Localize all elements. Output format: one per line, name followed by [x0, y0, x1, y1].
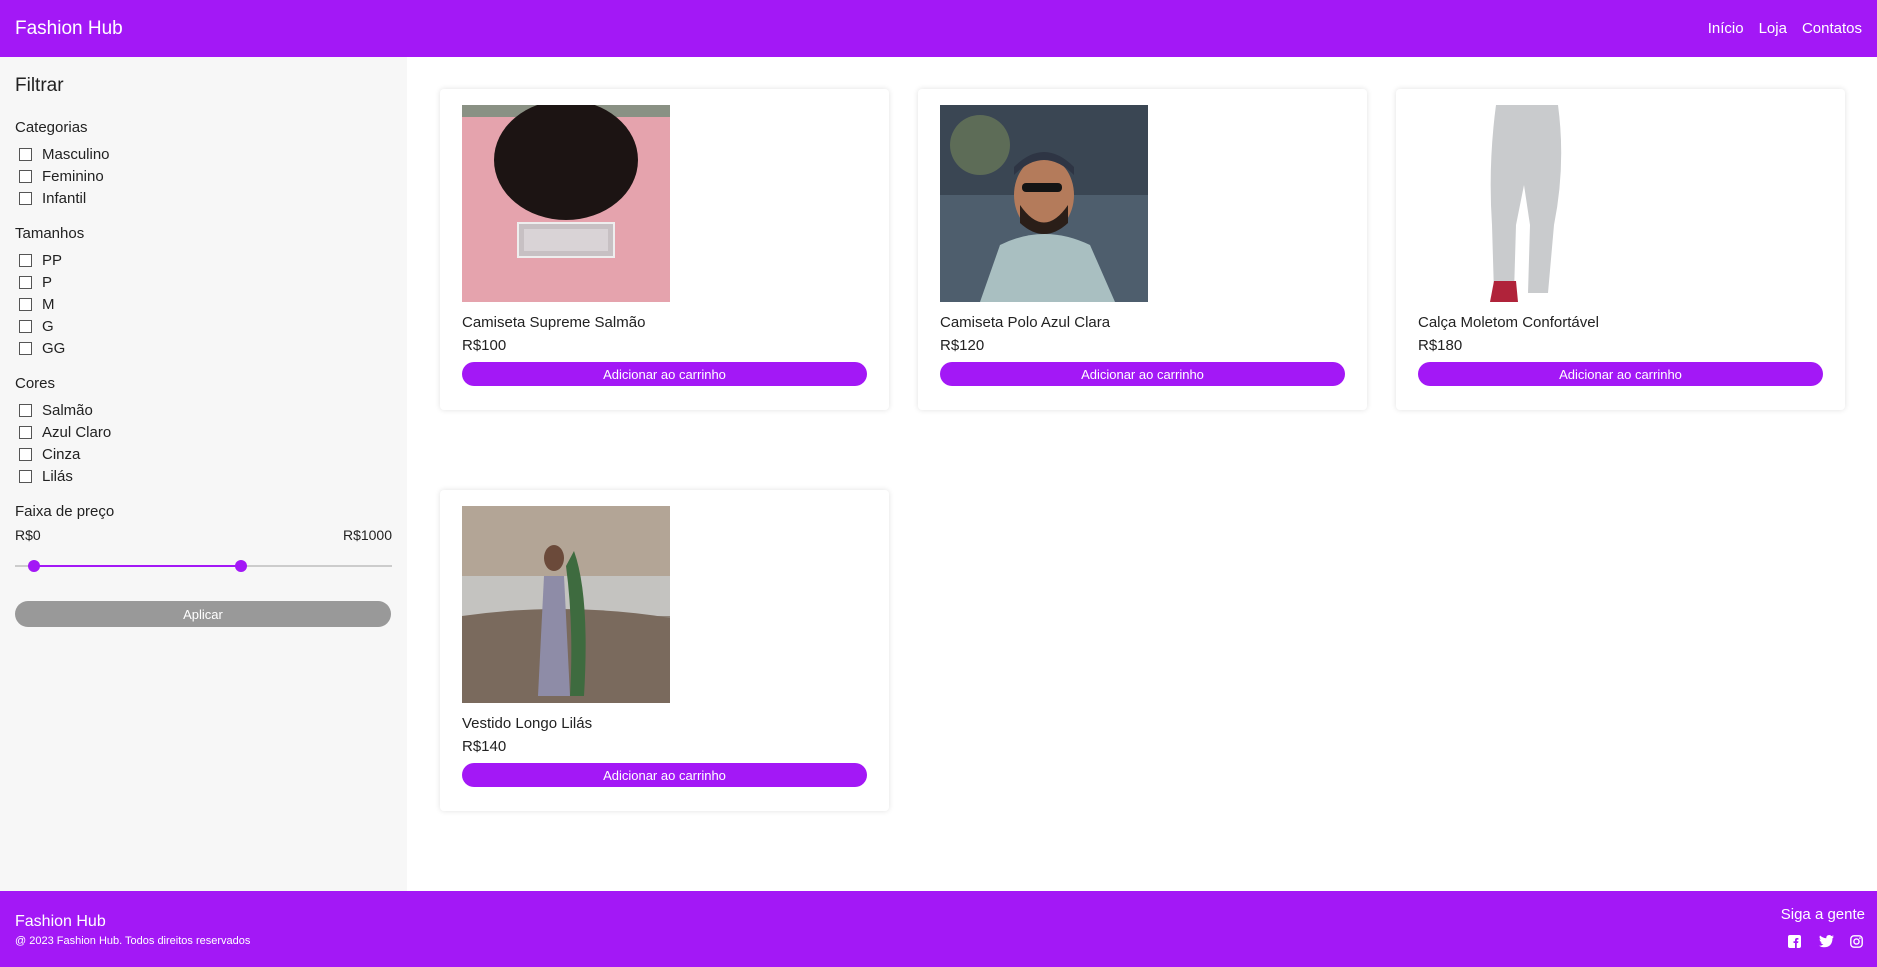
follow-us-label: Siga a gente: [1780, 906, 1865, 923]
checkbox[interactable]: [19, 403, 32, 417]
product-card: Vestido Longo Lilás R$140 Adicionar ao c…: [440, 490, 889, 811]
color-filter-group: Cores Salmão Azul Claro Cinza Lilás: [15, 375, 392, 487]
filter-title: Filtrar: [15, 75, 64, 96]
price-min-label: R$0: [15, 527, 41, 543]
slider-thumb-max[interactable]: [235, 560, 248, 572]
nav-link-contatos[interactable]: Contatos: [1802, 20, 1862, 37]
category-filter-group: Categorias Masculino Feminino Infantil: [15, 119, 392, 209]
slider-fill: [33, 565, 242, 567]
category-group-title: Categorias: [15, 119, 88, 136]
slider-thumb-min[interactable]: [27, 560, 40, 572]
price-filter-group: Faixa de preço R$0 R$1000: [15, 503, 392, 581]
size-option-pp[interactable]: PP: [15, 249, 392, 271]
product-image-dress-lilac[interactable]: [462, 506, 670, 703]
price-range-labels: R$0 R$1000: [15, 527, 392, 543]
product-card: Calça Moletom Confortável R$180 Adiciona…: [1396, 89, 1845, 410]
nav-link-loja[interactable]: Loja: [1759, 20, 1787, 37]
checkbox[interactable]: [19, 275, 32, 289]
footer-copyright: @ 2023 Fashion Hub. Todos direitos reser…: [15, 935, 251, 947]
category-option-feminino[interactable]: Feminino: [15, 165, 392, 187]
product-card: Camiseta Polo Azul Clara R$120 Adicionar…: [918, 89, 1367, 410]
size-option-p[interactable]: P: [15, 271, 392, 293]
checkbox[interactable]: [19, 469, 32, 483]
color-option-cinza[interactable]: Cinza: [15, 443, 392, 465]
color-group-title: Cores: [15, 375, 56, 392]
social-links: [1788, 935, 1863, 948]
product-name: Vestido Longo Lilás: [462, 715, 593, 732]
product-image-polo-blue[interactable]: [940, 105, 1148, 302]
price-max-label: R$1000: [342, 527, 392, 543]
product-price: R$140: [462, 738, 507, 755]
checkbox[interactable]: [19, 253, 32, 267]
add-to-cart-button[interactable]: Adicionar ao carrinho: [462, 763, 867, 787]
product-price: R$120: [940, 337, 985, 354]
category-option-masculino[interactable]: Masculino: [15, 143, 392, 165]
product-name: Camiseta Supreme Salmão: [462, 314, 646, 331]
add-to-cart-button[interactable]: Adicionar ao carrinho: [940, 362, 1345, 386]
navbar: Fashion Hub Início Loja Contatos: [0, 0, 1877, 57]
checkbox[interactable]: [19, 297, 32, 311]
product-card: Camiseta Supreme Salmão R$100 Adicionar …: [440, 89, 889, 410]
size-option-gg[interactable]: GG: [15, 337, 392, 359]
size-option-g[interactable]: G: [15, 315, 392, 337]
nav-links: Início Loja Contatos: [1708, 20, 1862, 37]
footer-brand: Fashion Hub: [15, 913, 106, 930]
checkbox[interactable]: [19, 341, 32, 355]
price-group-title: Faixa de preço: [15, 503, 115, 520]
product-image-shirt-salmon[interactable]: [462, 105, 670, 302]
product-image-sweatpants-gray[interactable]: [1418, 105, 1626, 302]
price-range-slider[interactable]: [15, 551, 392, 581]
product-price: R$180: [1418, 337, 1463, 354]
product-name: Camiseta Polo Azul Clara: [940, 314, 1111, 331]
size-option-m[interactable]: M: [15, 293, 392, 315]
category-option-infantil[interactable]: Infantil: [15, 187, 392, 209]
product-name: Calça Moletom Confortável: [1418, 314, 1599, 331]
facebook-icon[interactable]: [1788, 935, 1801, 948]
footer: Fashion Hub @ 2023 Fashion Hub. Todos di…: [0, 891, 1877, 967]
checkbox[interactable]: [19, 169, 32, 183]
product-grid: Camiseta Supreme Salmão R$100 Adicionar …: [407, 57, 1877, 891]
brand-logo[interactable]: Fashion Hub: [15, 18, 123, 40]
size-group-title: Tamanhos: [15, 225, 85, 242]
checkbox[interactable]: [19, 147, 32, 161]
instagram-icon[interactable]: [1850, 935, 1863, 948]
apply-filter-button[interactable]: Aplicar: [15, 601, 391, 627]
twitter-icon[interactable]: [1819, 935, 1834, 948]
checkbox[interactable]: [19, 191, 32, 205]
checkbox[interactable]: [19, 425, 32, 439]
size-filter-group: Tamanhos PP P M G GG: [15, 225, 392, 359]
add-to-cart-button[interactable]: Adicionar ao carrinho: [1418, 362, 1823, 386]
product-price: R$100: [462, 337, 507, 354]
filter-sidebar: Filtrar Categorias Masculino Feminino In…: [0, 57, 407, 891]
color-option-lilas[interactable]: Lilás: [15, 465, 392, 487]
nav-link-inicio[interactable]: Início: [1708, 20, 1744, 37]
color-option-salmao[interactable]: Salmão: [15, 399, 392, 421]
checkbox[interactable]: [19, 447, 32, 461]
color-option-azul-claro[interactable]: Azul Claro: [15, 421, 392, 443]
add-to-cart-button[interactable]: Adicionar ao carrinho: [462, 362, 867, 386]
checkbox[interactable]: [19, 319, 32, 333]
